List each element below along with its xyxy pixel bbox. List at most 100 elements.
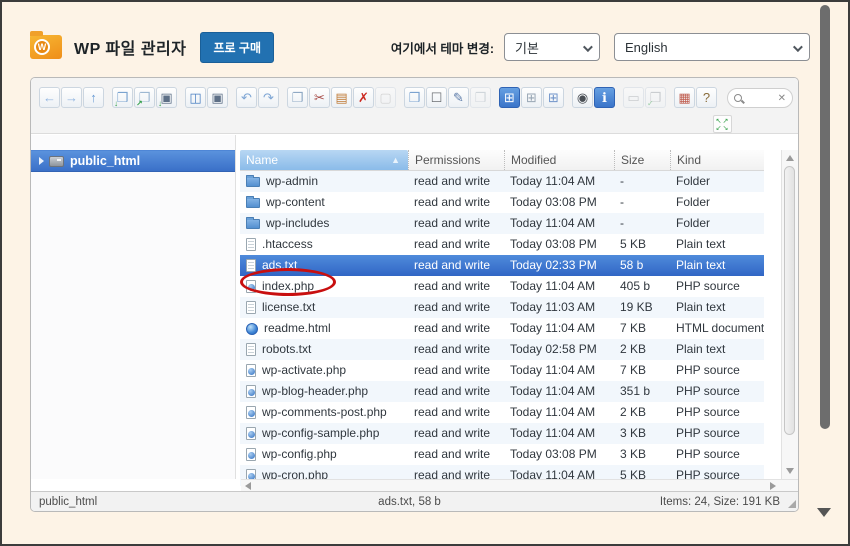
- toolbar-group: ▭ ❒ ✓: [623, 87, 667, 108]
- table-vertical-scrollbar[interactable]: [781, 150, 798, 479]
- column-header-size[interactable]: Size: [614, 150, 670, 170]
- back-button[interactable]: ←: [39, 87, 60, 108]
- backup-button[interactable]: ▣ ↓: [156, 87, 177, 108]
- column-header-permissions[interactable]: Permissions: [408, 150, 504, 170]
- table-row[interactable]: wp-blog-header.php read and write Today 11…: [240, 381, 764, 402]
- undo-button[interactable]: ↶: [236, 87, 257, 108]
- toggle-hidden-button[interactable]: ◉: [572, 87, 593, 108]
- table-row[interactable]: readme.html read and write Today 11:04 AM 7…: [240, 318, 764, 339]
- scroll-left-arrow-icon[interactable]: [245, 482, 251, 490]
- table-row[interactable]: index.php read and write Today 11:04 AM 405…: [240, 276, 764, 297]
- fullscreen-button[interactable]: ↖↗ ↙↘: [713, 115, 732, 133]
- table-row[interactable]: wp-config.php read and write Today 03:08 P…: [240, 444, 764, 465]
- sidebar-item-public-html[interactable]: public_html: [31, 150, 235, 172]
- file-name: wp-config.php: [240, 444, 408, 465]
- file-modified: Today 11:04 AM: [510, 363, 596, 377]
- file-name-label: wp-activate.php: [262, 363, 347, 377]
- info-button[interactable]: ℹ: [594, 87, 615, 108]
- view-list-button[interactable]: ⊞: [499, 87, 520, 108]
- icon-size-button[interactable]: ▦: [674, 87, 695, 108]
- file-size: 2 KB: [620, 405, 647, 419]
- forward-button[interactable]: →: [61, 87, 82, 108]
- folder-file-icon: [246, 174, 260, 187]
- column-header-name[interactable]: Name ▲: [240, 150, 408, 170]
- rename-button[interactable]: ✎: [448, 87, 469, 108]
- table-row[interactable]: wp-activate.php read and write Today 11:04…: [240, 360, 764, 381]
- page-scrollbar-thumb[interactable]: [820, 5, 830, 429]
- language-select-value: English: [625, 39, 668, 55]
- table-row[interactable]: wp-config-sample.php read and write Today …: [240, 423, 764, 444]
- file-size: -: [620, 195, 624, 209]
- table-scrollbar-thumb[interactable]: [784, 166, 795, 435]
- select-all-icon: ☐: [430, 90, 443, 105]
- wp-file-manager-logo-icon: W: [30, 31, 62, 59]
- table-header-row: Name ▲ Permissions Modified Size Kind: [240, 150, 764, 171]
- table-row[interactable]: wp-includes read and write Today 11:04 AM -…: [240, 213, 764, 234]
- copy-button[interactable]: ❐: [287, 87, 308, 108]
- cut-button[interactable]: ✂: [309, 87, 330, 108]
- table-row[interactable]: wp-admin read and write Today 11:04 AM - Fol…: [240, 171, 764, 192]
- empty-folder-icon: ▢: [379, 90, 392, 105]
- download-button[interactable]: ❒ ↓: [112, 87, 133, 108]
- scroll-down-arrow-icon[interactable]: [786, 468, 794, 474]
- toolbar-group: ❐ ✂ ▤ ✗ ▢: [287, 87, 397, 108]
- resize-grip-icon[interactable]: [788, 500, 796, 508]
- theme-select[interactable]: 기본: [504, 33, 600, 61]
- file-modified: Today 11:04 AM: [510, 426, 596, 440]
- language-select[interactable]: English: [614, 33, 810, 61]
- column-header-kind[interactable]: Kind: [670, 150, 764, 170]
- file-size: 3 KB: [620, 447, 647, 461]
- info-icon: ℹ: [602, 90, 607, 105]
- folder-file-icon: [246, 195, 260, 208]
- buy-pro-button[interactable]: 프로 구매: [200, 31, 274, 63]
- table-row[interactable]: wp-comments-post.php read and write Today …: [240, 402, 764, 423]
- download-icon: ❒: [116, 90, 129, 105]
- table-horizontal-scrollbar[interactable]: [241, 479, 798, 491]
- file-kind: PHP source: [676, 405, 740, 419]
- help-icon: ?: [702, 90, 711, 105]
- file-size: 7 KB: [620, 321, 647, 335]
- duplicate-button[interactable]: ❒: [404, 87, 425, 108]
- file-table-area: Name ▲ Permissions Modified Size Kind wp-admi…: [236, 135, 798, 486]
- file-kind: Folder: [676, 174, 711, 188]
- open-button[interactable]: ◫: [185, 87, 206, 108]
- column-header-modified[interactable]: Modified: [504, 150, 614, 170]
- file-manager-panel: ← → ↑ ❒ ↓ ❐ ↗ ▣ ↓ ◫ ▣ ↶ ↷ ❐ ✂ ▤ ✗ ▢ ❒ ☐ ✎ ❒ ⊞ ⊞ ⊞ ◉ ℹ ▭ ❒ ✓ ▦? ✕ ↖↗ ↙↘ …: [30, 77, 799, 512]
- view-icons-button[interactable]: ⊞: [521, 87, 542, 108]
- file-permissions: read and write: [414, 216, 491, 230]
- delete-button[interactable]: ✗: [353, 87, 374, 108]
- select-all-button[interactable]: ☐: [426, 87, 447, 108]
- expand-arrow-icon[interactable]: [39, 157, 44, 165]
- text-file-icon: [246, 343, 256, 356]
- search-clear-icon[interactable]: ✕: [778, 93, 786, 104]
- toolbar-group: ← → ↑: [39, 87, 105, 108]
- get-file-button[interactable]: ❐ ↗: [134, 87, 155, 108]
- search-input[interactable]: [742, 92, 778, 104]
- file-name-label: wp-admin: [266, 174, 319, 188]
- file-kind: Plain text: [676, 342, 726, 356]
- save-button[interactable]: ▣: [207, 87, 228, 108]
- toolbar-group: ❒ ↓ ❐ ↗ ▣ ↓: [112, 87, 178, 108]
- table-row[interactable]: wp-content read and write Today 03:08 PM - F…: [240, 192, 764, 213]
- undo-icon: ↶: [241, 90, 252, 105]
- scroll-up-arrow-icon[interactable]: [786, 155, 794, 161]
- table-row[interactable]: .htaccess read and write Today 03:08 PM 5 K…: [240, 234, 764, 255]
- theme-select-value: 기본: [515, 40, 539, 56]
- search-box[interactable]: ✕: [727, 88, 793, 108]
- file-modified: Today 11:04 AM: [510, 405, 596, 419]
- file-name-label: wp-comments-post.php: [262, 405, 387, 419]
- table-row[interactable]: robots.txt read and write Today 02:58 PM 2 …: [240, 339, 764, 360]
- file-name: ads.txt: [240, 255, 408, 276]
- scroll-right-arrow-icon[interactable]: [770, 482, 776, 490]
- table-row[interactable]: ads.txt read and write Today 02:33 PM 58 b P…: [240, 255, 764, 276]
- table-row[interactable]: license.txt read and write Today 11:03 AM 1…: [240, 297, 764, 318]
- page-scrollbar-down-arrow-icon[interactable]: [817, 508, 831, 517]
- php-file-icon: [246, 427, 256, 440]
- help-button[interactable]: ?: [696, 87, 717, 108]
- view-compact-button[interactable]: ⊞: [543, 87, 564, 108]
- file-name: .htaccess: [240, 234, 408, 255]
- duplicate-icon: ❒: [408, 90, 421, 105]
- up-button[interactable]: ↑: [83, 87, 104, 108]
- paste-button[interactable]: ▤: [331, 87, 352, 108]
- redo-button[interactable]: ↷: [258, 87, 279, 108]
